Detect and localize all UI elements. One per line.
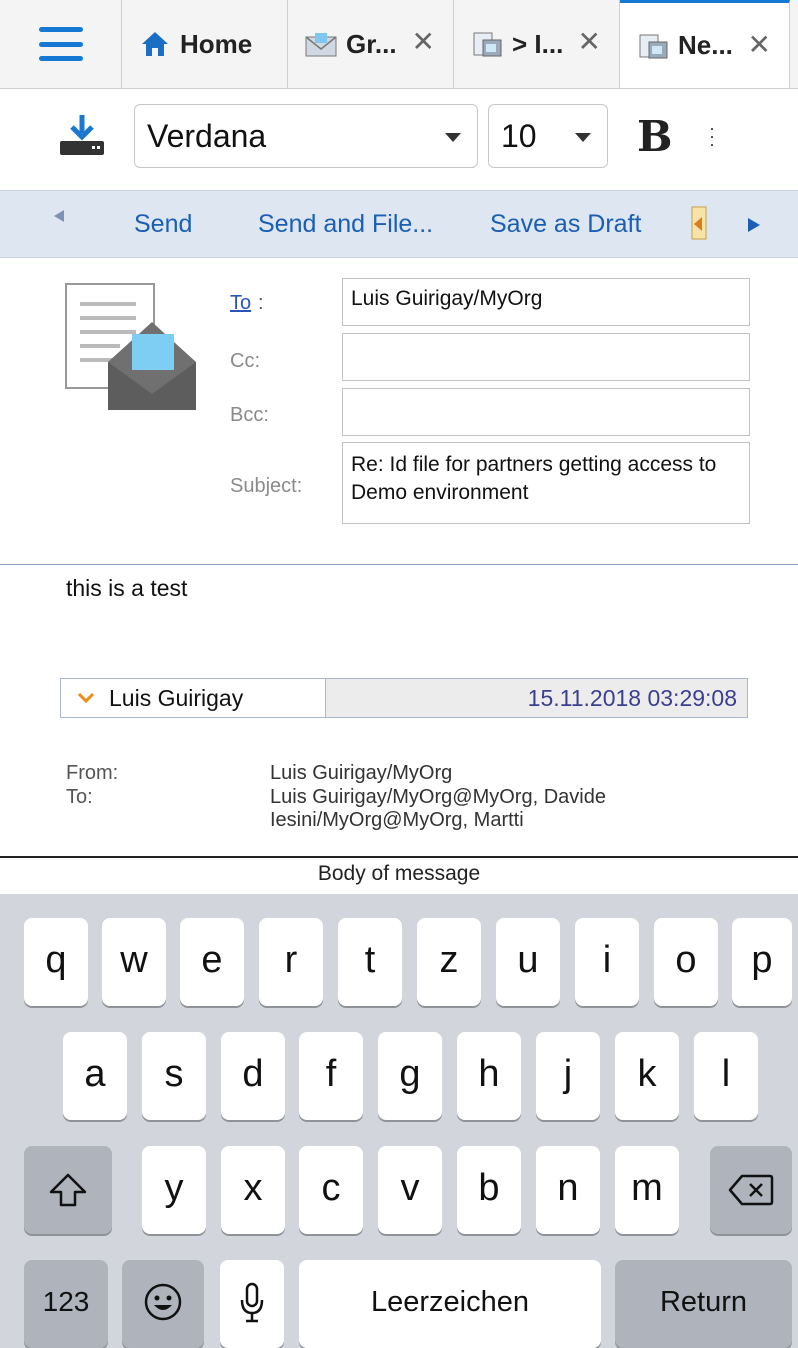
key-x[interactable]: x [221,1146,285,1234]
message-body-text[interactable]: this is a test [66,575,187,602]
menu-button[interactable] [0,0,122,88]
key-c[interactable]: c [299,1146,363,1234]
key-n[interactable]: n [536,1146,600,1234]
reply-date: 15.11.2018 03:29:08 [326,679,747,717]
scroll-left-icon[interactable] [54,210,64,222]
body-divider [0,856,798,858]
to-label[interactable]: To [230,292,251,315]
subject-label: Subject: [230,475,303,497]
memo-icon [636,32,670,60]
backspace-key[interactable] [710,1146,792,1234]
key-b[interactable]: b [457,1146,521,1234]
key-j[interactable]: j [536,1032,600,1120]
emoji-icon [144,1283,182,1321]
bold-button[interactable]: B [637,112,673,161]
key-r[interactable]: r [259,918,323,1006]
download-icon[interactable] [58,113,106,162]
bcc-label: Bcc: [230,404,269,426]
key-w[interactable]: w [102,918,166,1006]
space-key[interactable]: Leerzeichen [299,1260,601,1348]
key-s[interactable]: s [142,1032,206,1120]
bcc-field[interactable] [342,388,750,436]
microphone-icon [240,1282,264,1323]
font-size-value: 10 [501,118,537,154]
dictation-key[interactable] [220,1260,284,1348]
key-l[interactable]: l [694,1032,758,1120]
document-icon [470,30,504,58]
key-t[interactable]: t [338,918,402,1006]
font-size-select[interactable]: 10 [488,104,608,168]
key-i[interactable]: i [575,918,639,1006]
key-o[interactable]: o [654,918,718,1006]
reply-to-value: Luis Guirigay/MyOrg@MyOrg, Davide Iesini… [270,786,606,831]
subject-field[interactable]: Re: Id file for partners getting access … [342,442,750,524]
key-e[interactable]: e [180,918,244,1006]
shift-icon [49,1173,87,1207]
close-icon[interactable]: ✕ [748,31,771,59]
reply-sender: Luis Guirigay [109,684,244,711]
scroll-right-icon[interactable] [748,218,760,232]
tab-document[interactable]: > I... ✕ [454,0,620,88]
close-icon[interactable]: ✕ [578,28,601,56]
backspace-icon [728,1174,774,1206]
chevron-down-icon [575,133,591,142]
header-divider [0,564,798,565]
key-z[interactable]: z [417,918,481,1006]
flag-icon[interactable] [690,205,710,248]
tab-new-memo[interactable]: Ne... ✕ [620,0,790,88]
key-u[interactable]: u [496,918,560,1006]
more-options-icon[interactable]: · · · [708,119,716,153]
font-family-value: Verdana [147,118,267,154]
close-icon[interactable]: ✕ [412,28,435,56]
key-h[interactable]: h [457,1032,521,1120]
key-g[interactable]: g [378,1032,442,1120]
key-k[interactable]: k [615,1032,679,1120]
font-family-select[interactable]: Verdana [134,104,478,168]
body-caption: Body of message [317,862,481,885]
tab-document-label: > I... [512,28,564,59]
cc-label: Cc: [230,350,260,372]
tab-mail-inbox-label: Gr... [346,28,397,59]
from-label: From: [66,762,119,784]
onscreen-keyboard: q w e r t z u i o p a s d f g h j k l y … [0,894,798,1348]
return-key[interactable]: Return [615,1260,792,1348]
numbers-key[interactable]: 123 [24,1260,108,1348]
key-p[interactable]: p [732,918,792,1006]
chevron-down-icon[interactable] [77,687,95,710]
key-y[interactable]: y [142,1146,206,1234]
from-value: Luis Guirigay/MyOrg [270,762,453,784]
key-v[interactable]: v [378,1146,442,1234]
memo-envelope-icon [64,282,200,419]
tab-home[interactable]: Home [122,0,288,88]
hamburger-icon [38,27,83,61]
cc-field[interactable] [342,333,750,381]
reply-header[interactable]: Luis Guirigay 15.11.2018 03:29:08 [60,678,748,718]
envelope-icon [304,30,338,58]
emoji-key[interactable] [122,1260,204,1348]
send-button[interactable]: Send [134,191,192,257]
home-icon [138,30,172,58]
tab-bar: Home Gr... ✕ > I... ✕ Ne... ✕ [0,0,798,89]
to-colon: : [258,292,264,314]
key-f[interactable]: f [299,1032,363,1120]
save-as-draft-button[interactable]: Save as Draft [490,191,641,257]
key-d[interactable]: d [221,1032,285,1120]
action-bar: Send Send and File... Save as Draft [0,190,798,258]
key-m[interactable]: m [615,1146,679,1234]
shift-key[interactable] [24,1146,112,1234]
tab-home-label: Home [180,28,253,59]
chevron-down-icon [445,133,461,142]
key-a[interactable]: a [63,1032,127,1120]
tab-new-memo-label: Ne... [678,30,733,60]
reply-to-label: To: [66,786,93,808]
send-and-file-button[interactable]: Send and File... [258,191,433,257]
key-q[interactable]: q [24,918,88,1006]
to-field[interactable]: Luis Guirigay/MyOrg [342,278,750,326]
tab-mail-inbox[interactable]: Gr... ✕ [288,0,454,88]
